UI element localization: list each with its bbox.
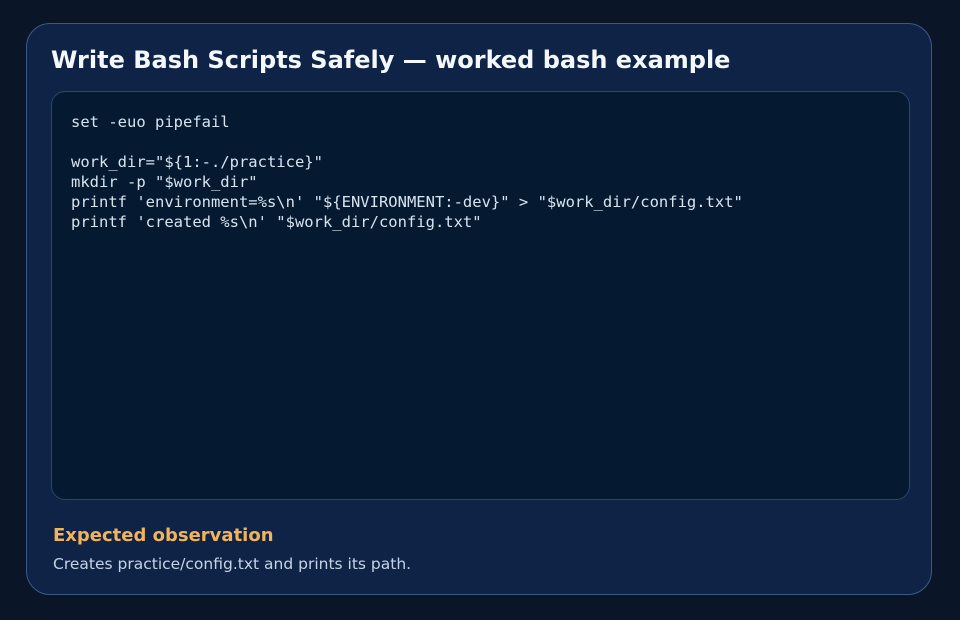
code-line: mkdir -p "$work_dir"	[71, 173, 258, 191]
card-title: Write Bash Scripts Safely — worked bash …	[51, 46, 731, 74]
code-line: set -euo pipefail	[71, 113, 230, 131]
example-card: Write Bash Scripts Safely — worked bash …	[26, 23, 932, 595]
code-line: printf 'environment=%s\n' "${ENVIRONMENT…	[71, 193, 743, 211]
code-line: work_dir="${1:-./practice}"	[71, 153, 323, 171]
observation-text: Creates practice/config.txt and prints i…	[53, 555, 412, 573]
code-line: printf 'created %s\n' "$work_dir/config.…	[71, 213, 482, 231]
code-panel: set -euo pipefail work_dir="${1:-./pract…	[51, 91, 910, 500]
observation-heading: Expected observation	[53, 525, 274, 546]
code-block: set -euo pipefail work_dir="${1:-./pract…	[71, 112, 743, 232]
